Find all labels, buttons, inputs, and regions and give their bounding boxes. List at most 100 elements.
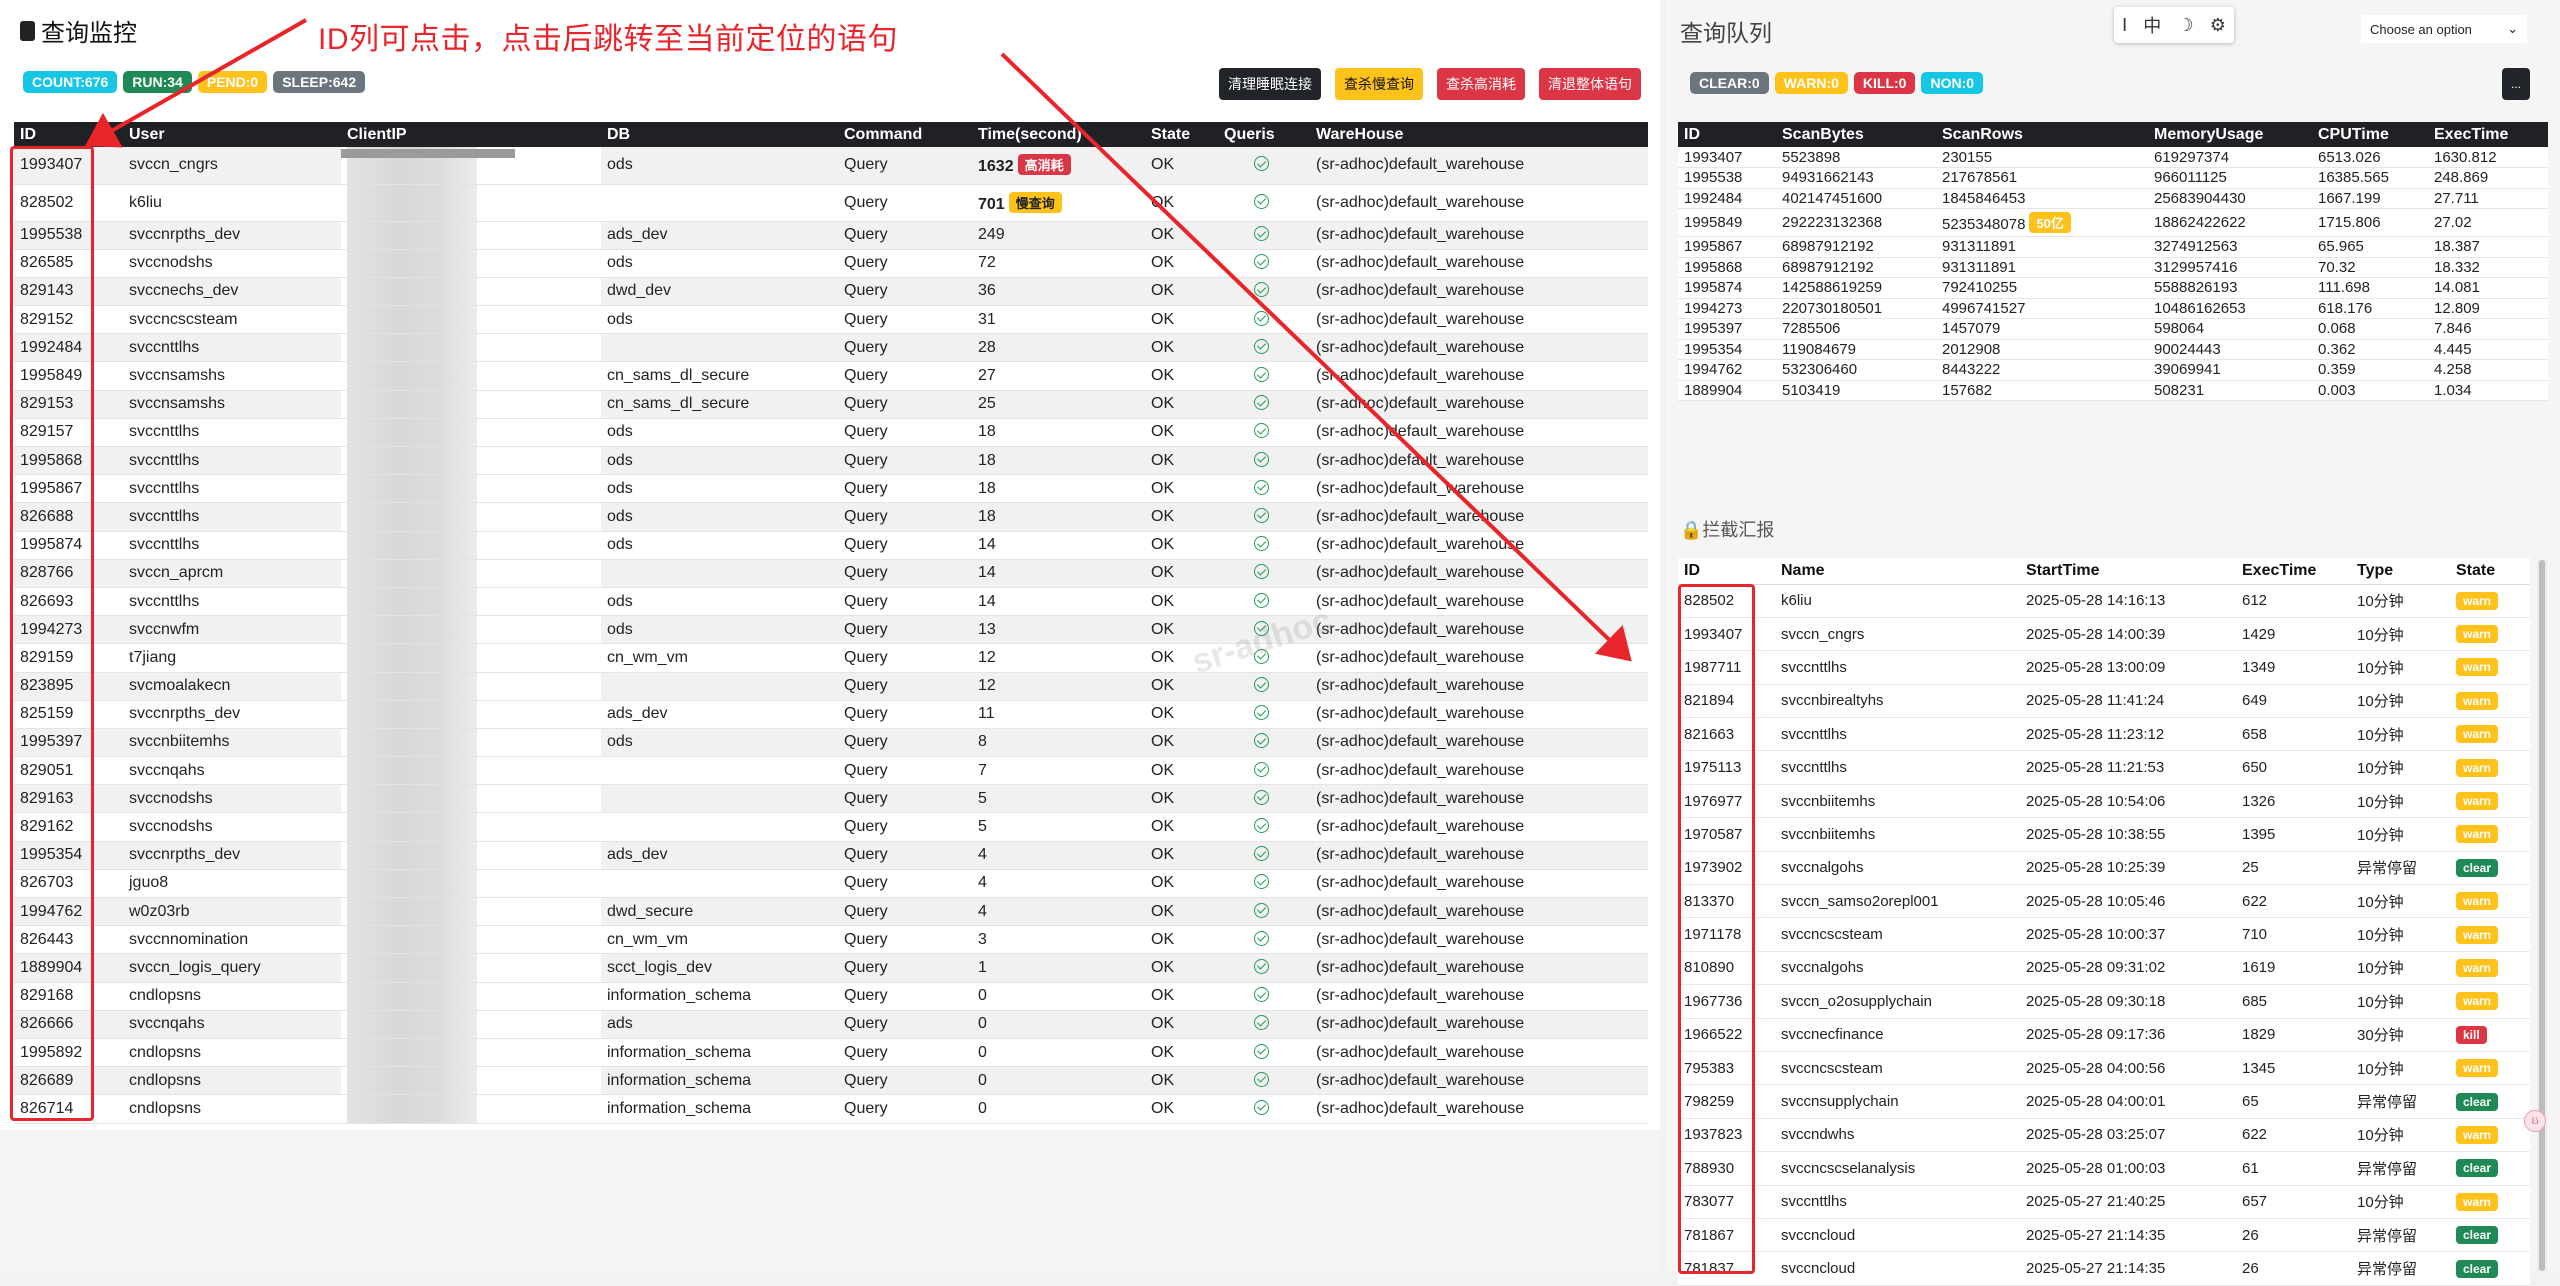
moon-icon[interactable]: ☽ [2177, 15, 2193, 36]
check-circle-icon[interactable] [1254, 1043, 1269, 1059]
check-circle-icon[interactable] [1254, 1099, 1269, 1115]
cursor-icon[interactable]: I [2122, 15, 2127, 36]
process-id-link[interactable]: 826585 [14, 249, 123, 278]
check-circle-icon[interactable] [1254, 395, 1269, 411]
check-circle-icon[interactable] [1254, 1071, 1269, 1087]
check-circle-icon[interactable] [1254, 789, 1269, 805]
check-circle-icon[interactable] [1254, 507, 1269, 523]
check-high-button[interactable]: 查杀高消耗 [1437, 68, 1525, 100]
intercept-id-link[interactable]: 798259 [1678, 1084, 1775, 1119]
option-select[interactable]: Choose an option ⌄ [2361, 15, 2527, 43]
queue-id-cell[interactable]: 1995538 [1678, 167, 1776, 189]
queue-id-cell[interactable]: 1995354 [1678, 339, 1776, 360]
intercept-id-link[interactable]: 1987711 [1678, 650, 1775, 685]
process-id-link[interactable]: 829168 [14, 982, 123, 1011]
check-circle-icon[interactable] [1254, 367, 1269, 383]
intercept-id-link[interactable]: 781837 [1678, 1251, 1775, 1286]
check-circle-icon[interactable] [1254, 1015, 1269, 1031]
check-circle-icon[interactable] [1254, 846, 1269, 862]
clean-sleep-button[interactable]: 清理睡眠连接 [1219, 68, 1321, 100]
process-id-link[interactable]: 829152 [14, 305, 123, 335]
intercept-id-link[interactable]: 1937823 [1678, 1118, 1775, 1153]
check-circle-icon[interactable] [1254, 451, 1269, 467]
check-circle-icon[interactable] [1254, 156, 1269, 172]
check-circle-icon[interactable] [1254, 564, 1269, 580]
language-toggle[interactable]: 中 [2143, 12, 2161, 38]
process-id-link[interactable]: 829157 [14, 418, 123, 448]
queue-id-cell[interactable]: 1992484 [1678, 188, 1776, 209]
scrollbar-thumb[interactable] [2539, 560, 2545, 1271]
queue-id-cell[interactable]: 1994762 [1678, 359, 1776, 381]
process-id-link[interactable]: 826693 [14, 587, 123, 617]
process-id-link[interactable]: 826714 [14, 1094, 123, 1124]
process-id-link[interactable]: 1992484 [14, 333, 123, 363]
check-circle-icon[interactable] [1254, 479, 1269, 495]
check-circle-icon[interactable] [1254, 338, 1269, 354]
check-circle-icon[interactable] [1254, 818, 1269, 834]
process-id-link[interactable]: 826688 [14, 502, 123, 532]
check-circle-icon[interactable] [1254, 254, 1269, 270]
intercept-id-link[interactable]: 1970587 [1678, 817, 1775, 852]
process-id-link[interactable]: 829162 [14, 812, 123, 842]
process-id-link[interactable]: 1995868 [14, 446, 123, 476]
process-id-link[interactable]: 1993407 [14, 147, 123, 185]
process-id-link[interactable]: 826703 [14, 869, 123, 899]
process-id-link[interactable]: 1889904 [14, 953, 123, 983]
intercept-id-link[interactable]: 828502 [1678, 584, 1775, 618]
process-id-link[interactable]: 829163 [14, 784, 123, 814]
check-circle-icon[interactable] [1254, 958, 1269, 974]
process-id-link[interactable]: 828502 [14, 184, 123, 222]
check-circle-icon[interactable] [1254, 705, 1269, 721]
process-id-link[interactable]: 1994273 [14, 615, 123, 645]
queue-id-cell[interactable]: 1995397 [1678, 318, 1776, 340]
intercept-id-link[interactable]: 821663 [1678, 717, 1775, 752]
check-circle-icon[interactable] [1254, 226, 1269, 242]
intercept-id-link[interactable]: 1993407 [1678, 617, 1775, 652]
process-id-link[interactable]: 1995874 [14, 531, 123, 560]
intercept-id-link[interactable]: 783077 [1678, 1185, 1775, 1219]
check-circle-icon[interactable] [1254, 874, 1269, 890]
check-circle-icon[interactable] [1254, 930, 1269, 946]
scrollbar[interactable] [2537, 560, 2547, 1271]
check-circle-icon[interactable] [1254, 536, 1269, 552]
intercept-id-link[interactable]: 788930 [1678, 1151, 1775, 1186]
queue-id-cell[interactable]: 1995874 [1678, 277, 1776, 299]
intercept-id-link[interactable]: 1966522 [1678, 1018, 1775, 1052]
process-id-link[interactable]: 829159 [14, 643, 123, 673]
clean-all-button[interactable]: 清退整体语句 [1539, 68, 1641, 100]
intercept-id-link[interactable]: 795383 [1678, 1051, 1775, 1086]
process-id-link[interactable]: 1995867 [14, 474, 123, 504]
process-id-link[interactable]: 829051 [14, 756, 123, 786]
process-id-link[interactable]: 829143 [14, 277, 123, 307]
intercept-id-link[interactable]: 1973902 [1678, 851, 1775, 886]
check-circle-icon[interactable] [1254, 310, 1269, 326]
process-id-link[interactable]: 826689 [14, 1066, 123, 1096]
queue-id-cell[interactable]: 1994273 [1678, 298, 1776, 319]
queue-id-cell[interactable]: 1995868 [1678, 257, 1776, 278]
process-id-link[interactable]: 828766 [14, 559, 123, 588]
process-id-link[interactable]: 1995849 [14, 361, 123, 391]
gear-icon[interactable]: ⚙ [2210, 15, 2226, 36]
more-button[interactable]: ... [2502, 68, 2530, 100]
queue-id-cell[interactable]: 1889904 [1678, 380, 1776, 401]
intercept-id-link[interactable]: 1967736 [1678, 984, 1775, 1019]
check-circle-icon[interactable] [1254, 423, 1269, 439]
check-circle-icon[interactable] [1254, 592, 1269, 608]
process-id-link[interactable]: 1995354 [14, 841, 123, 870]
process-id-link[interactable]: 826443 [14, 925, 123, 955]
process-id-link[interactable]: 1995892 [14, 1038, 123, 1068]
check-circle-icon[interactable] [1254, 193, 1269, 209]
process-id-link[interactable]: 1995397 [14, 728, 123, 758]
intercept-id-link[interactable]: 813370 [1678, 884, 1775, 919]
check-circle-icon[interactable] [1254, 902, 1269, 918]
floating-assistant-icon[interactable]: ઇ [2524, 1110, 2546, 1132]
intercept-id-link[interactable]: 781867 [1678, 1218, 1775, 1253]
queue-id-cell[interactable]: 1993407 [1678, 147, 1776, 168]
process-id-link[interactable]: 823895 [14, 672, 123, 701]
intercept-id-link[interactable]: 821894 [1678, 684, 1775, 719]
process-id-link[interactable]: 1994762 [14, 897, 123, 927]
intercept-id-link[interactable]: 1971178 [1678, 917, 1775, 952]
check-circle-icon[interactable] [1254, 761, 1269, 777]
intercept-id-link[interactable]: 810890 [1678, 951, 1775, 986]
check-circle-icon[interactable] [1254, 282, 1269, 298]
